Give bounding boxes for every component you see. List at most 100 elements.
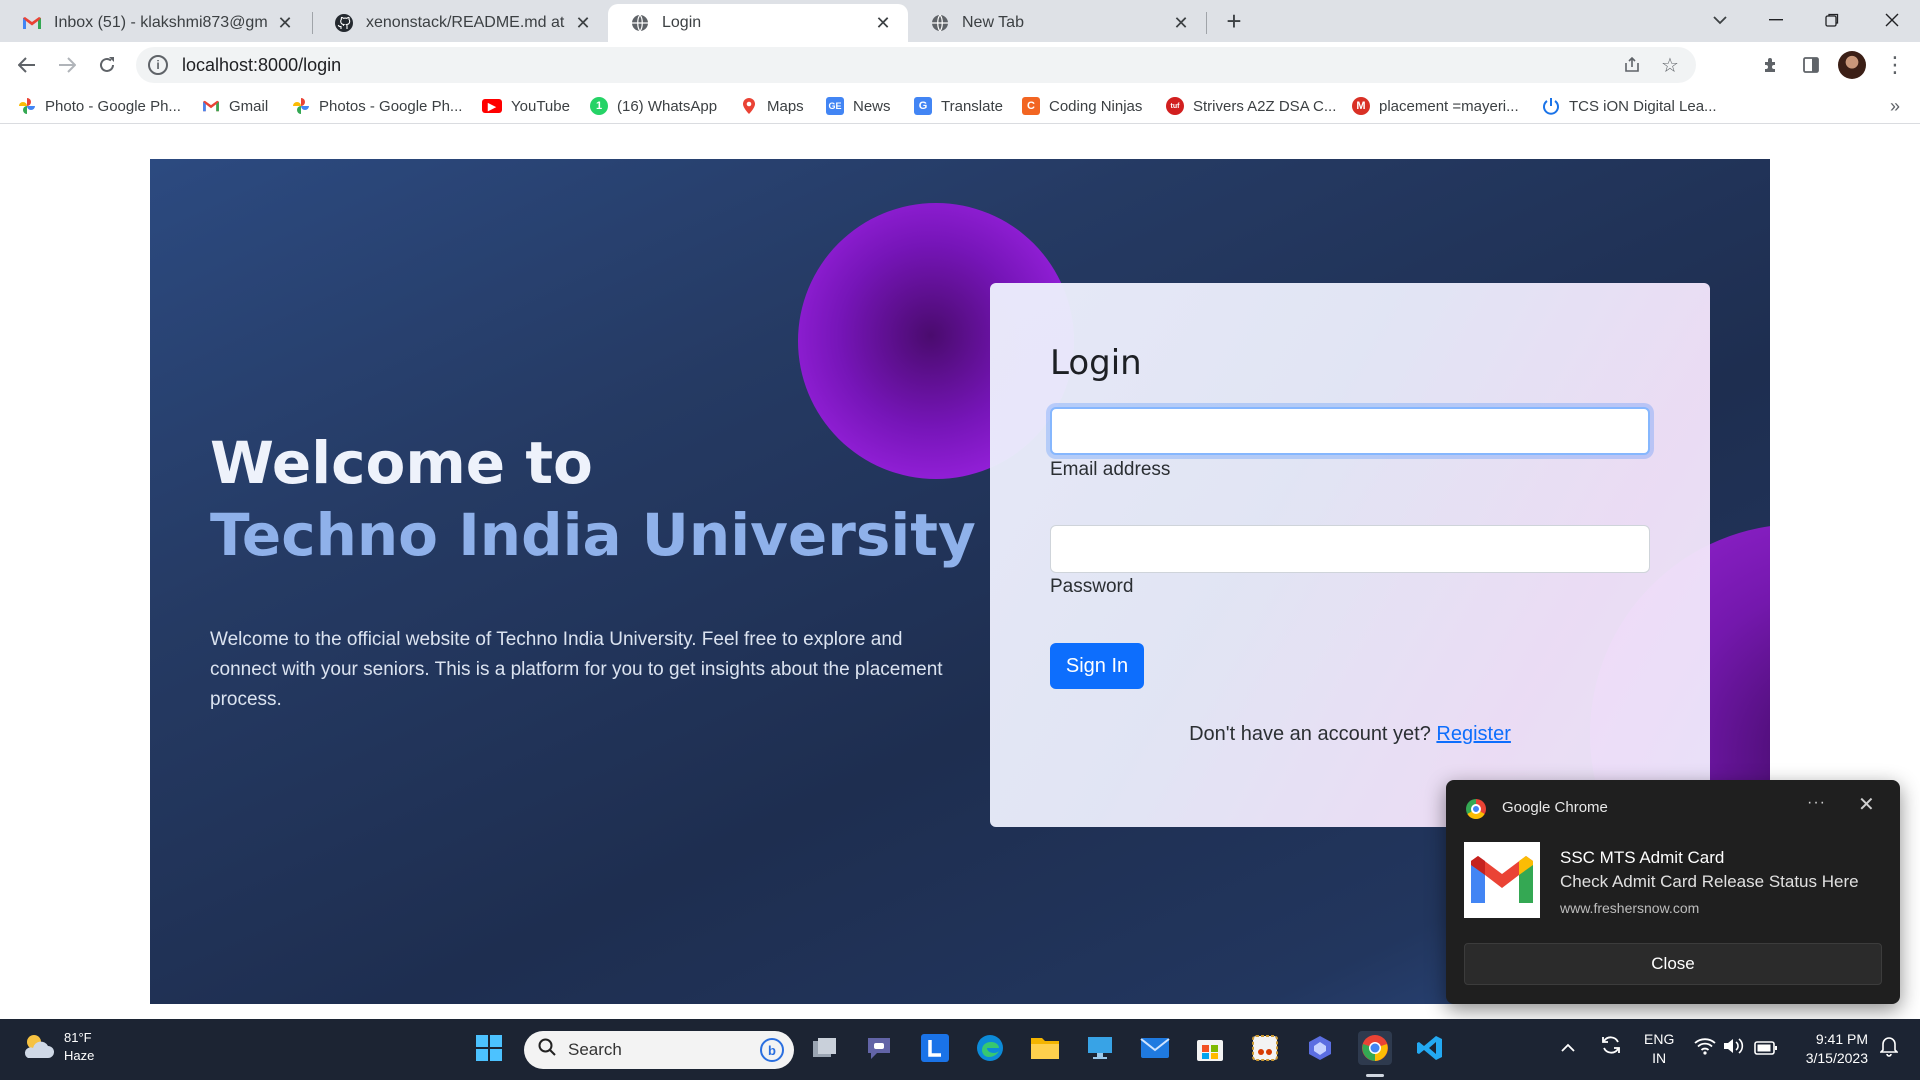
windows-start-icon[interactable] [472,1031,506,1065]
maps-pin-icon [740,97,758,115]
side-panel-icon[interactable] [1796,50,1826,80]
bookmarks-bar: Photo - Google Ph... Gmail Photos - Goog… [0,88,1920,124]
bookmark-item[interactable]: Photos - Google Ph... [292,94,462,118]
vscode-icon[interactable] [1413,1031,1447,1065]
new-tab-button[interactable]: + [1220,8,1248,36]
microsoft-store-icon[interactable] [1193,1031,1227,1065]
whatsapp-icon: 1 [590,97,608,115]
tab-search-chevron-icon[interactable] [1692,0,1748,40]
bookmark-item[interactable]: 1 (16) WhatsApp [590,94,717,118]
language-code: ENG [1644,1031,1675,1047]
bookmark-item[interactable]: Maps [740,94,804,118]
bookmark-item[interactable]: G Translate [914,94,1003,118]
notification-close-button[interactable]: Close [1464,943,1882,985]
close-window-button[interactable] [1864,0,1920,40]
bing-icon[interactable]: b [760,1038,784,1062]
bookmark-label: TCS iON Digital Lea... [1569,97,1717,115]
site-info-icon[interactable]: i [148,55,168,75]
tab-divider [1206,12,1207,34]
sign-in-button[interactable]: Sign In [1050,643,1144,689]
task-view-icon[interactable] [808,1031,842,1065]
close-tab-icon[interactable]: ✕ [274,12,296,34]
notification-bell-icon[interactable] [1879,1035,1899,1062]
globe-icon [630,13,650,33]
snipping-tool-icon[interactable] [1248,1031,1282,1065]
register-link[interactable]: Register [1436,723,1510,745]
l-app-icon[interactable] [918,1031,952,1065]
university-name: Techno India University [210,501,976,569]
bookmark-label: Coding Ninjas [1049,97,1143,115]
extensions-icon[interactable] [1756,50,1786,80]
email-label: Email address [1050,459,1171,480]
tab-title: Login [662,14,702,31]
gmail-icon [202,97,220,115]
bookmark-item[interactable]: GE News [826,94,891,118]
weather-widget[interactable]: 81°F Haze [20,1029,94,1065]
address-bar[interactable]: i localhost:8000/login ☆ [136,47,1696,83]
close-icon[interactable]: ✕ [1858,792,1875,817]
remote-desktop-icon[interactable] [1083,1031,1117,1065]
language-indicator[interactable]: ENG IN [1644,1030,1674,1068]
notification-app-name: Google Chrome [1502,799,1608,816]
bookmark-label: News [853,97,891,115]
login-title: Login [1050,343,1142,383]
tab-title: New Tab [962,14,1024,31]
github-icon [334,13,354,33]
bookmark-item[interactable]: TCS iON Digital Lea... [1542,94,1717,118]
bookmark-item[interactable]: Gmail [202,94,268,118]
email-input[interactable] [1050,407,1650,455]
gmail-logo-icon [1464,842,1540,918]
more-bookmarks-icon[interactable]: » [1890,96,1900,117]
copilot-app-icon[interactable] [1303,1031,1337,1065]
coding-ninjas-icon: C [1022,97,1040,115]
share-icon[interactable] [1616,47,1648,83]
bookmark-star-icon[interactable]: ☆ [1654,47,1686,83]
battery-icon[interactable] [1754,1039,1778,1060]
restore-button[interactable] [1804,0,1860,40]
volume-icon[interactable] [1722,1037,1744,1060]
placement-icon: M [1352,97,1370,115]
close-tab-icon[interactable]: ✕ [872,12,894,34]
back-arrow-icon[interactable] [12,50,42,80]
search-placeholder: Search [568,1040,622,1059]
active-app-indicator [1366,1074,1384,1077]
wifi-icon[interactable] [1694,1037,1716,1060]
bookmark-item[interactable]: Photo - Google Ph... [18,94,181,118]
file-explorer-icon[interactable] [1028,1031,1062,1065]
teams-chat-icon[interactable] [862,1031,896,1065]
tab-new[interactable]: New Tab ✕ [908,4,1206,42]
tcs-ion-icon [1542,97,1560,115]
clock-date: 3/15/2023 [1805,1050,1868,1066]
sync-icon[interactable] [1600,1034,1622,1061]
mail-icon[interactable] [1138,1031,1172,1065]
system-clock[interactable]: 9:41 PM 3/15/2023 [1794,1030,1868,1068]
chrome-taskbar-icon[interactable] [1358,1031,1392,1065]
profile-avatar[interactable] [1838,51,1866,79]
close-tab-icon[interactable]: ✕ [1170,12,1192,34]
clock-time: 9:41 PM [1815,1031,1868,1047]
tab-title: Inbox (51) - klakshmi873@gmail.c [54,14,268,31]
bookmark-label: YouTube [511,97,570,115]
close-tab-icon[interactable]: ✕ [572,12,594,34]
tab-inbox[interactable]: Inbox (51) - klakshmi873@gmail.c ✕ [0,4,310,42]
menu-kebab-icon[interactable]: ⋮ [1880,50,1910,80]
bookmark-item[interactable]: tuf Strivers A2Z DSA C... [1166,94,1336,118]
browser-toolbar: i localhost:8000/login ☆ ⋮ [0,42,1920,88]
bookmark-item[interactable]: C Coding Ninjas [1022,94,1142,118]
edge-browser-icon[interactable] [973,1031,1007,1065]
tab-login[interactable]: Login ✕ [608,4,908,42]
taskbar-search[interactable]: Search b [524,1031,794,1069]
bookmark-item[interactable]: M placement =mayeri... [1352,94,1519,118]
forward-arrow-icon[interactable] [52,50,82,80]
reload-icon[interactable] [92,50,122,80]
tab-github[interactable]: xenonstack/README.md at main ✕ [312,4,608,42]
minimize-button[interactable] [1748,0,1804,40]
bookmark-item[interactable]: ▶ YouTube [482,94,570,118]
bookmark-label: Strivers A2Z DSA C... [1193,97,1337,115]
show-hidden-icons-chevron[interactable] [1560,1037,1576,1058]
password-label: Password [1050,576,1134,597]
chrome-notification[interactable]: Google Chrome ··· ✕ SSC MTS Admit Card C… [1446,780,1900,1004]
notification-body: Check Admit Card Release Status Here [1560,872,1859,891]
more-options-icon[interactable]: ··· [1807,794,1826,812]
password-input[interactable] [1050,525,1650,573]
